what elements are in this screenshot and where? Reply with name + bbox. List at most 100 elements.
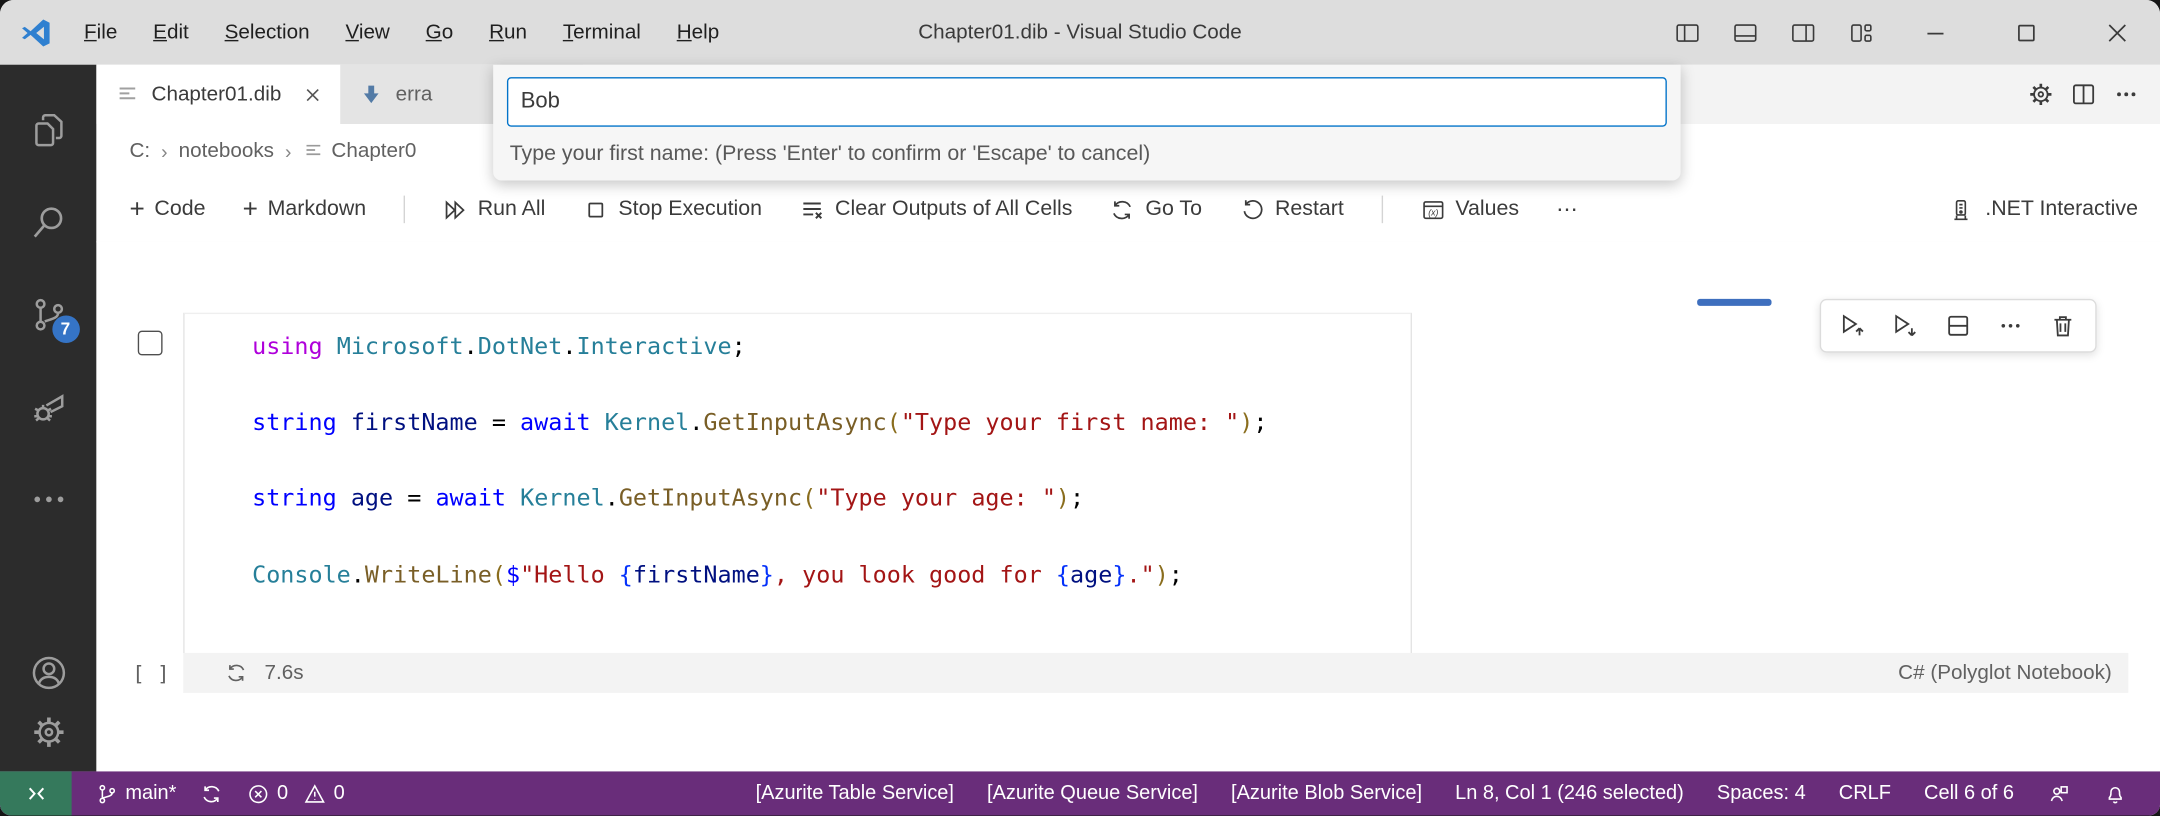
tab-chapter01[interactable]: Chapter01.dib bbox=[96, 64, 341, 124]
stop-execution-button[interactable]: Stop Execution bbox=[583, 196, 762, 222]
breadcrumb-file[interactable]: Chapter0 bbox=[331, 139, 416, 162]
cell-status-bar: 7.6s C# (Polyglot Notebook) bbox=[183, 652, 2129, 693]
menu-view[interactable]: View bbox=[333, 15, 402, 49]
cell-language-picker[interactable]: C# (Polyglot Notebook) bbox=[1898, 661, 2128, 684]
code-line[interactable]: string age = await Kernel.GetInputAsync(… bbox=[252, 481, 1411, 519]
kernel-icon bbox=[1954, 199, 1968, 220]
azurite-table-service[interactable]: [Azurite Table Service] bbox=[756, 782, 954, 804]
clear-outputs-button[interactable]: Clear Outputs of All Cells bbox=[799, 196, 1072, 222]
cell-more-actions-icon[interactable] bbox=[1996, 311, 2025, 340]
feedback-icon bbox=[2050, 785, 2068, 801]
eol-sequence[interactable]: CRLF bbox=[1839, 782, 1891, 804]
notebook-file-icon bbox=[305, 144, 320, 156]
run-all-button[interactable]: Run All bbox=[442, 196, 545, 222]
toolbar-separator bbox=[403, 195, 405, 224]
status-bar-right: [Azurite Table Service] [Azurite Queue S… bbox=[756, 782, 2160, 805]
indentation[interactable]: Spaces: 4 bbox=[1717, 782, 1806, 804]
settings-gear-icon[interactable] bbox=[28, 712, 68, 752]
vscode-window: File Edit Selection View Go Run Terminal… bbox=[0, 0, 2160, 816]
breadcrumb-drive[interactable]: C: bbox=[129, 139, 150, 162]
more-actions-icon[interactable] bbox=[2112, 80, 2141, 109]
goto-button[interactable]: Go To bbox=[1110, 196, 1202, 222]
code-line[interactable] bbox=[252, 595, 1411, 633]
accounts-icon[interactable] bbox=[28, 653, 68, 693]
menu-selection[interactable]: Selection bbox=[212, 15, 322, 49]
tab-label: erra bbox=[395, 82, 433, 107]
execute-below-icon[interactable] bbox=[1891, 311, 1920, 340]
clear-outputs-icon bbox=[803, 201, 823, 219]
cell-run-state-icon[interactable] bbox=[137, 330, 163, 356]
toggle-panel-icon[interactable] bbox=[1732, 19, 1760, 47]
kernel-picker[interactable]: .NET Interactive bbox=[1948, 196, 2138, 222]
split-editor-icon[interactable] bbox=[2069, 80, 2098, 109]
explorer-icon[interactable] bbox=[28, 110, 68, 150]
tab-close-icon[interactable] bbox=[302, 83, 324, 105]
azurite-queue-service[interactable]: [Azurite Queue Service] bbox=[987, 782, 1198, 804]
toggle-primary-sidebar-icon[interactable] bbox=[1674, 19, 1702, 47]
code-cell-editor[interactable]: using Microsoft.DotNet.Interactive; stri… bbox=[183, 312, 1412, 653]
titlebar: File Edit Selection View Go Run Terminal… bbox=[0, 0, 2160, 67]
menu-edit[interactable]: Edit bbox=[141, 15, 201, 49]
run-and-debug-icon[interactable] bbox=[28, 387, 68, 427]
status-bar: main* 0 0 [Azurite Table Service] [Azuri… bbox=[0, 771, 2160, 816]
additional-views-icon[interactable] bbox=[28, 479, 68, 519]
problems-item[interactable]: 0 0 bbox=[247, 782, 345, 805]
menu-terminal[interactable]: Terminal bbox=[550, 15, 653, 49]
menu-go[interactable]: Go bbox=[413, 15, 465, 49]
delete-cell-icon[interactable] bbox=[2048, 311, 2077, 340]
svg-text:(x): (x) bbox=[1428, 207, 1438, 217]
cell-progress-indicator bbox=[1697, 298, 1772, 306]
search-icon[interactable] bbox=[28, 202, 68, 242]
minimize-button[interactable] bbox=[1922, 19, 1950, 47]
quick-input-field[interactable] bbox=[506, 77, 1667, 127]
configure-gear-icon[interactable] bbox=[2026, 80, 2055, 109]
notebook-body: using Microsoft.DotNet.Interactive; stri… bbox=[96, 241, 2160, 772]
feedback-item[interactable] bbox=[2047, 782, 2070, 805]
download-arrow-file-icon bbox=[364, 85, 379, 104]
cursor-position[interactable]: Ln 8, Col 1 (246 selected) bbox=[1455, 782, 1684, 804]
quick-input-panel: Type your first name: (Press 'Enter' to … bbox=[493, 64, 1681, 181]
code-lines[interactable]: using Microsoft.DotNet.Interactive; stri… bbox=[185, 314, 1411, 633]
execute-above-icon[interactable] bbox=[1839, 311, 1868, 340]
values-button[interactable]: (x) Values bbox=[1420, 196, 1519, 222]
breadcrumb-folder[interactable]: notebooks bbox=[179, 139, 274, 162]
source-control-badge: 7 bbox=[51, 315, 80, 344]
add-code-cell-button[interactable]: + Code bbox=[129, 196, 205, 222]
execution-duration: 7.6s bbox=[264, 661, 304, 685]
toolbar-more-button[interactable]: ⋯ bbox=[1556, 196, 1577, 222]
code-line[interactable] bbox=[252, 443, 1411, 481]
notebook-toolbar: + Code + Markdown Run All Stop Execution C… bbox=[96, 177, 2160, 243]
notebook-file-icon bbox=[119, 87, 136, 100]
cell-position[interactable]: Cell 6 of 6 bbox=[1924, 782, 2014, 804]
chevron-right-icon: › bbox=[285, 139, 292, 162]
azurite-blob-service[interactable]: [Azurite Blob Service] bbox=[1231, 782, 1422, 804]
warnings-icon bbox=[304, 783, 326, 803]
remote-icon bbox=[28, 786, 44, 800]
run-all-icon bbox=[445, 199, 465, 220]
code-line[interactable] bbox=[252, 367, 1411, 405]
restart-button[interactable]: Restart bbox=[1239, 196, 1344, 222]
close-button[interactable] bbox=[2104, 19, 2132, 47]
toggle-secondary-sidebar-icon[interactable] bbox=[1789, 19, 1817, 47]
vscode-logo-icon bbox=[22, 18, 50, 46]
menu-run[interactable]: Run bbox=[477, 15, 540, 49]
maximize-button[interactable] bbox=[2013, 19, 2041, 47]
customize-layout-icon[interactable] bbox=[1847, 19, 1875, 47]
values-icon: (x) bbox=[1422, 200, 1443, 219]
sync-changes-item[interactable] bbox=[200, 782, 223, 805]
menu-help[interactable]: Help bbox=[664, 15, 731, 49]
code-line[interactable] bbox=[252, 519, 1411, 557]
menu-file[interactable]: File bbox=[72, 15, 130, 49]
remote-indicator[interactable] bbox=[0, 771, 72, 816]
source-control-icon[interactable]: 7 bbox=[28, 295, 80, 344]
chevron-right-icon: › bbox=[161, 139, 168, 162]
menu-bar: File Edit Selection View Go Run Terminal… bbox=[72, 15, 732, 49]
split-cell-icon[interactable] bbox=[1944, 311, 1973, 340]
add-markdown-cell-button[interactable]: + Markdown bbox=[243, 196, 366, 222]
cell-toolbar bbox=[1819, 298, 2097, 353]
code-line[interactable]: Console.WriteLine($"Hello {firstName}, y… bbox=[252, 557, 1411, 595]
code-line[interactable]: using Microsoft.DotNet.Interactive; bbox=[252, 329, 1411, 367]
code-line[interactable]: string firstName = await Kernel.GetInput… bbox=[252, 405, 1411, 443]
git-branch-item[interactable]: main* bbox=[95, 782, 176, 805]
notifications-item[interactable] bbox=[2104, 782, 2127, 805]
